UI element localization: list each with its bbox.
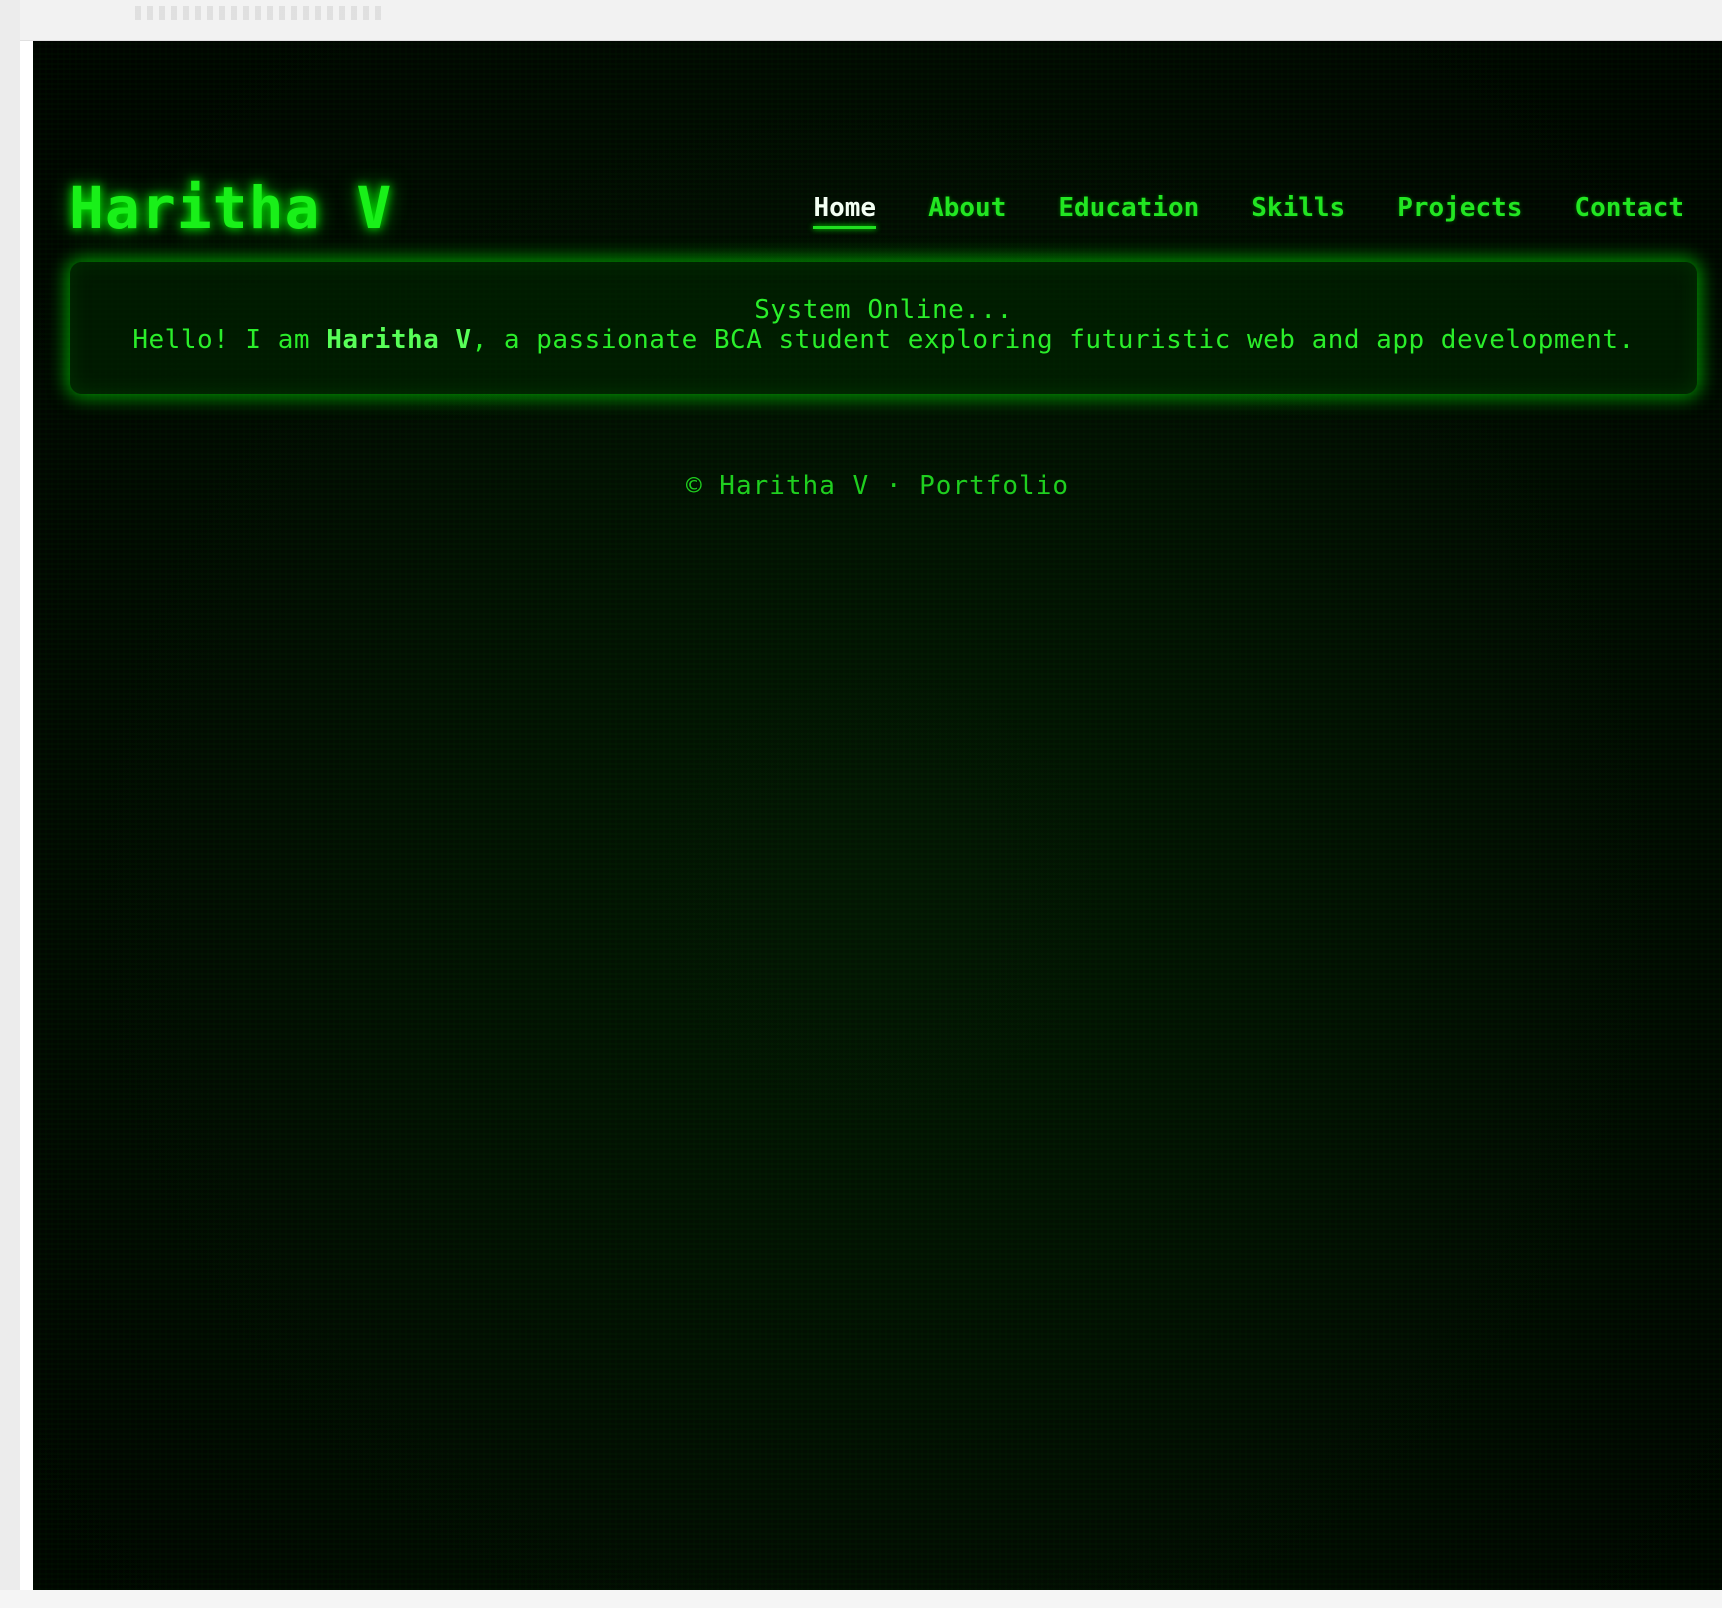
window-bottom-strip (0, 1590, 1722, 1608)
browser-address-hint (135, 6, 385, 20)
nav-home[interactable]: Home (813, 193, 876, 229)
nav-projects[interactable]: Projects (1397, 193, 1522, 229)
intro-text: Hello! I am Haritha V, a passionate BCA … (70, 325, 1697, 355)
nav-about[interactable]: About (928, 193, 1006, 229)
intro-prefix: Hello! I am (132, 325, 327, 355)
nav-contact[interactable]: Contact (1574, 193, 1684, 229)
window-left-edge (0, 0, 20, 1608)
nav-skills[interactable]: Skills (1251, 193, 1345, 229)
site-logo[interactable]: Haritha V (69, 179, 392, 237)
intro-name: Haritha V (326, 325, 472, 355)
main-nav: Home About Education Skills Projects Con… (813, 193, 1684, 229)
page-viewport: Haritha V Home About Education Skills Pr… (33, 41, 1722, 1590)
intro-suffix: , a passionate BCA student exploring fut… (471, 325, 1635, 355)
browser-top-strip (0, 0, 1722, 41)
nav-education[interactable]: Education (1058, 193, 1199, 229)
site-header: Haritha V Home About Education Skills Pr… (33, 131, 1722, 237)
hero-terminal-card: System Online... Hello! I am Haritha V, … (70, 262, 1697, 394)
site-footer: © Haritha V · Portfolio (685, 471, 1070, 501)
system-status-text: System Online... (754, 295, 1013, 325)
